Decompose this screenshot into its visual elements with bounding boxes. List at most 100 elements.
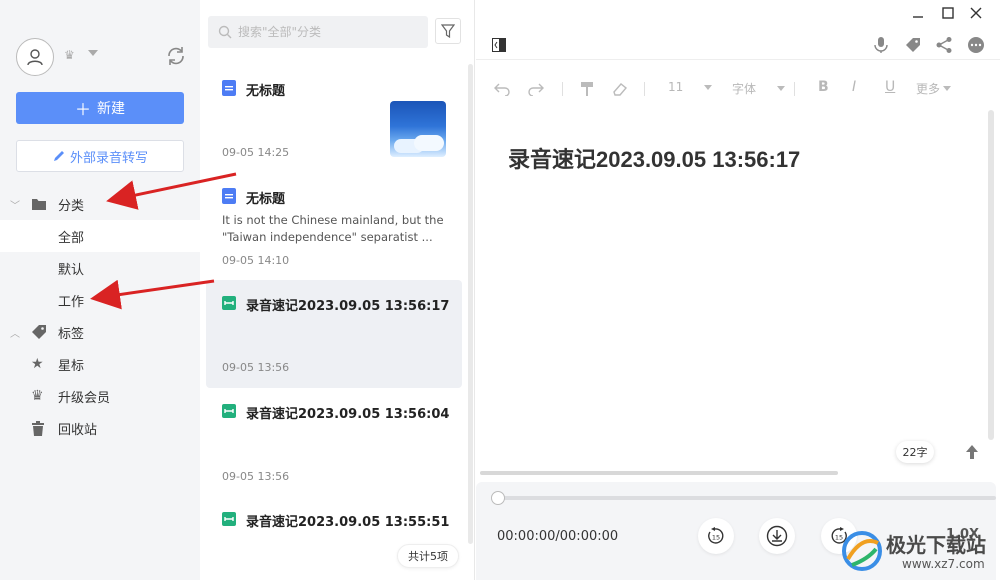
minimize-button[interactable] bbox=[908, 4, 928, 22]
note-snippet: It is not the Chinese mainland, but the … bbox=[222, 213, 444, 244]
note-title: 录音速记2023.09.05 13:56:04 bbox=[246, 407, 450, 422]
note-title: 录音速记2023.09.05 13:56:17 bbox=[246, 299, 450, 314]
font-size-select[interactable]: 11 bbox=[668, 80, 713, 94]
chevron-down-icon[interactable]: ﹀ bbox=[10, 197, 20, 212]
note-item-active[interactable]: 录音速记2023.09.05 13:56:17 09-05 13:56 bbox=[206, 280, 462, 388]
document-icon bbox=[222, 188, 236, 204]
tag-icon[interactable] bbox=[904, 36, 922, 54]
note-title: 无标题 bbox=[246, 84, 286, 99]
new-note-button[interactable]: ＋ 新建 bbox=[16, 92, 184, 124]
category-item-all[interactable]: 全部 bbox=[0, 220, 200, 252]
note-title: 录音速记2023.09.05 13:55:51 bbox=[246, 515, 450, 530]
note-item[interactable]: 无标题 It is not the Chinese mainland, but … bbox=[206, 178, 462, 278]
download-icon bbox=[766, 525, 788, 547]
underline-button[interactable]: U bbox=[885, 79, 895, 95]
category-item-label: 工作 bbox=[58, 294, 85, 310]
note-title: 无标题 bbox=[246, 192, 286, 207]
category-item-work[interactable]: 工作 bbox=[0, 284, 200, 316]
sidebar-item-star[interactable]: ★ 星标 bbox=[0, 348, 200, 380]
tags-label: 标签 bbox=[58, 326, 85, 342]
document-title[interactable]: 录音速记2023.09.05 13:56:17 bbox=[508, 142, 800, 174]
trash-icon bbox=[32, 420, 44, 436]
user-avatar[interactable] bbox=[16, 38, 54, 76]
watermark-url: www.xz7.com bbox=[902, 557, 985, 571]
audio-progress-knob[interactable] bbox=[491, 491, 505, 505]
format-toolbar: 11 字体 B I U 更多 bbox=[476, 72, 1000, 104]
more-options-icon[interactable] bbox=[967, 36, 985, 54]
search-box[interactable] bbox=[208, 16, 428, 48]
watermark-name: 极光下载站 bbox=[886, 533, 986, 557]
filter-icon bbox=[441, 24, 455, 38]
chevron-down-icon bbox=[777, 86, 786, 91]
sidebar: ♛ ＋ 新建 外部录音转写 ﹀ 分类 全部 默认 工作 ︿ 标签 ★ 星标 ♛ … bbox=[0, 0, 200, 580]
eraser-icon[interactable] bbox=[612, 82, 628, 96]
chevron-down-icon[interactable] bbox=[88, 50, 98, 56]
editor-panel: 11 字体 B I U 更多 录音速记2023.09.05 13:56:17 2… bbox=[476, 0, 1000, 580]
undo-icon[interactable] bbox=[494, 82, 510, 96]
minimize-icon bbox=[913, 16, 923, 18]
external-transcribe-label: 外部录音转写 bbox=[69, 150, 148, 166]
download-button[interactable] bbox=[759, 518, 795, 554]
audio-note-icon bbox=[222, 296, 236, 310]
category-item-label: 全部 bbox=[58, 230, 85, 246]
sidebar-item-upgrade[interactable]: ♛ 升级会员 bbox=[0, 380, 200, 412]
chevron-down-icon bbox=[704, 84, 713, 90]
close-icon bbox=[970, 7, 982, 19]
user-icon bbox=[27, 49, 43, 66]
note-thumbnail bbox=[390, 101, 446, 157]
document-icon bbox=[222, 80, 236, 96]
new-note-label: 新建 bbox=[97, 101, 125, 117]
note-list-scrollbar[interactable] bbox=[468, 64, 473, 544]
chevron-up-icon[interactable]: ︿ bbox=[10, 325, 20, 340]
sidebar-item-label: 星标 bbox=[58, 358, 85, 374]
search-input[interactable] bbox=[238, 25, 418, 39]
note-date: 09-05 13:56 bbox=[222, 361, 290, 374]
italic-button[interactable]: I bbox=[852, 79, 856, 95]
sync-icon[interactable] bbox=[165, 45, 187, 67]
rewind-15-icon: 15 bbox=[708, 527, 724, 544]
site-watermark: 极光下载站 www.xz7.com bbox=[840, 527, 1000, 577]
more-format-select[interactable]: 更多 bbox=[916, 80, 952, 97]
note-count-badge: 共计5项 bbox=[397, 544, 459, 568]
rewind-15-button[interactable]: 15 bbox=[698, 518, 734, 554]
category-item-default[interactable]: 默认 bbox=[0, 252, 200, 284]
folder-icon bbox=[32, 199, 46, 210]
maximize-button[interactable] bbox=[938, 4, 958, 22]
tag-icon bbox=[32, 325, 46, 339]
audio-progress-bar[interactable] bbox=[496, 496, 996, 500]
external-transcribe-button[interactable]: 外部录音转写 bbox=[16, 140, 184, 172]
arrow-up-icon bbox=[966, 445, 978, 459]
category-header[interactable]: ﹀ 分类 bbox=[0, 188, 200, 220]
sidebar-item-label: 回收站 bbox=[58, 422, 98, 438]
tags-header[interactable]: ︿ 标签 bbox=[0, 316, 200, 348]
audio-time: 00:00:00/00:00:00 bbox=[497, 529, 619, 544]
note-date: 09-05 14:25 bbox=[222, 146, 290, 159]
plus-icon: ＋ bbox=[74, 100, 91, 119]
sidebar-item-trash[interactable]: 回收站 bbox=[0, 412, 200, 444]
word-count-badge: 22字 bbox=[896, 441, 934, 463]
scroll-top-button[interactable] bbox=[960, 440, 984, 464]
share-icon[interactable] bbox=[935, 36, 953, 54]
microphone-icon[interactable] bbox=[872, 36, 890, 54]
note-list-panel: 无标题 09-05 14:25 无标题 It is not the Chines… bbox=[200, 0, 475, 580]
rewind-15-label: 15 bbox=[712, 534, 720, 542]
redo-icon[interactable] bbox=[528, 82, 544, 96]
watermark-logo-icon bbox=[842, 531, 882, 571]
format-painter-icon[interactable] bbox=[580, 81, 594, 97]
note-date: 09-05 13:56 bbox=[222, 470, 290, 483]
note-item[interactable]: 录音速记2023.09.05 13:56:04 09-05 13:56 bbox=[206, 390, 462, 490]
editor-horizontal-scrollbar[interactable] bbox=[480, 471, 838, 475]
editor-scrollbar[interactable] bbox=[988, 110, 994, 440]
audio-note-icon bbox=[222, 404, 236, 418]
bold-button[interactable]: B bbox=[818, 79, 829, 95]
sidebar-item-label: 升级会员 bbox=[58, 390, 111, 406]
font-family-select[interactable]: 字体 bbox=[732, 80, 786, 97]
audio-note-icon bbox=[222, 512, 236, 526]
sidebar-toggle-icon[interactable] bbox=[492, 38, 506, 52]
more-format-label: 更多 bbox=[916, 82, 941, 96]
maximize-icon bbox=[942, 7, 954, 19]
note-item[interactable]: 无标题 09-05 14:25 bbox=[206, 70, 462, 170]
note-date: 09-05 14:10 bbox=[222, 254, 290, 267]
filter-button[interactable] bbox=[435, 18, 461, 44]
close-button[interactable] bbox=[966, 4, 986, 22]
